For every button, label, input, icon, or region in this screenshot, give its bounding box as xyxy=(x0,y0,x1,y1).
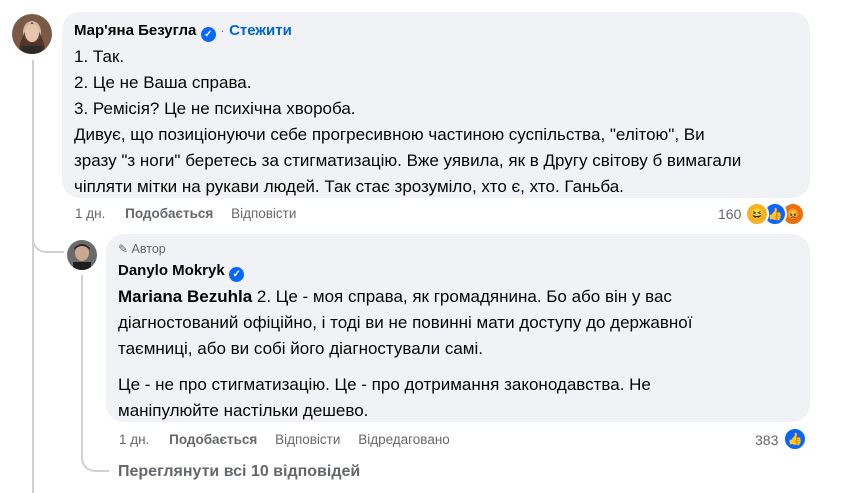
comment-line: 1. Так. xyxy=(74,47,125,66)
reply-bubble: ✎ Автор Danylo Mokryk ✓ Mariana Bezuhla … xyxy=(106,234,810,422)
comment-timestamp[interactable]: 1 дн. xyxy=(75,206,105,221)
reply-timestamp[interactable]: 1 дн. xyxy=(119,432,149,447)
reply-line: Mariana Bezuhla 2. Це - моя справа, як г… xyxy=(118,284,692,310)
thread-line-main xyxy=(32,60,34,493)
reply-line: таємниці, або ви собі його діагностували… xyxy=(118,339,483,358)
haha-icon: 😆 xyxy=(745,202,769,226)
follow-button[interactable]: Стежити xyxy=(229,22,292,39)
mention-link[interactable]: Mariana Bezuhla xyxy=(118,287,252,306)
comment-actions: 1 дн. Подобається Відповісти xyxy=(75,206,296,221)
reaction-count[interactable]: 383 xyxy=(755,432,778,448)
comment-line: 3. Ремісія? Це не психічна хвороба. xyxy=(74,99,356,118)
commenter-avatar-image xyxy=(12,14,52,54)
like-icon[interactable]: 👍 xyxy=(783,427,807,451)
reply-header: Danylo Mokryk ✓ xyxy=(118,262,245,282)
comment-line: Дивує, що позиціонуючи себе прогресивною… xyxy=(74,125,705,144)
author-badge: ✎ Автор xyxy=(118,242,166,256)
comment-bubble: Мар'яна Безугла ✓ · Стежити 1. Так. 2. Ц… xyxy=(62,12,810,198)
pencil-icon: ✎ xyxy=(118,242,129,256)
comment-header: Мар'яна Безугла ✓ · Стежити xyxy=(74,22,292,42)
edited-label: Відредаговано xyxy=(358,432,450,447)
reply-avatar[interactable] xyxy=(67,240,97,270)
comment-text: 1. Так. 2. Це не Ваша справа. 3. Ремісія… xyxy=(74,44,741,200)
reply-button[interactable]: Відповісти xyxy=(275,432,340,447)
reply-actions: 1 дн. Подобається Відповісти Відредагова… xyxy=(119,432,450,447)
dot-separator: · xyxy=(220,23,225,38)
reply-line-text: 2. Це - моя справа, як громадянина. Бо а… xyxy=(252,287,672,306)
reply-button[interactable]: Відповісти xyxy=(231,206,296,221)
reply-line: діагностований офіційно, і тоді ви не по… xyxy=(118,313,693,332)
reply-avatar-image xyxy=(67,240,97,270)
verified-badge-icon: ✓ xyxy=(229,267,245,282)
thread-line-view-all-branch xyxy=(81,440,109,472)
author-badge-label: Автор xyxy=(131,242,166,256)
like-button[interactable]: Подобається xyxy=(169,432,257,447)
comment-line: 2. Це не Ваша справа. xyxy=(74,73,252,92)
reaction-count[interactable]: 160 xyxy=(718,206,741,222)
comment-line: зразу "з ноги" беретесь за стигматизацію… xyxy=(74,151,742,170)
thread-line-reply-branch xyxy=(32,227,64,253)
reply-line: маніпулюйте настільки дешево. xyxy=(118,401,369,420)
comment-author-name[interactable]: Мар'яна Безугла xyxy=(74,22,196,39)
verified-badge-icon: ✓ xyxy=(200,27,216,42)
like-button[interactable]: Подобається xyxy=(125,206,213,221)
comment-line: чіпляти мітки на рукави людей. Так стає … xyxy=(74,177,624,196)
reply-author-name[interactable]: Danylo Mokryk xyxy=(118,262,225,279)
view-all-replies-link[interactable]: Переглянути всі 10 відповідей xyxy=(118,463,360,481)
reply-line: Це - не про стигматизацію. Це - про дотр… xyxy=(118,375,651,394)
thread-line-reply-sub xyxy=(81,275,83,455)
avatar[interactable] xyxy=(12,14,52,54)
reply-text: Mariana Bezuhla 2. Це - моя справа, як г… xyxy=(118,284,692,424)
